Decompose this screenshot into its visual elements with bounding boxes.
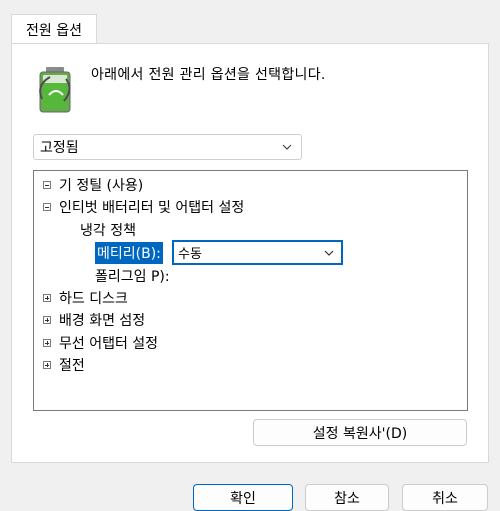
tree-node-5[interactable]: 폴리그임 P): [95, 265, 170, 287]
tab-strip: 전원 옵션 [0, 0, 500, 44]
chevron-down-icon [282, 144, 292, 150]
tab-power-options[interactable]: 전원 옵션 [11, 14, 97, 44]
tree-node-2[interactable]: 인티벗 배터리터 및 어탭터 설정 [43, 196, 244, 218]
collapse-icon[interactable] [43, 181, 51, 189]
tree-node-6[interactable]: 하드 디스크 [43, 287, 128, 309]
tree-node-label: 절전 [59, 358, 85, 374]
expand-icon[interactable] [43, 294, 51, 302]
restore-defaults-button[interactable]: 설정 복원사'(D) [253, 419, 467, 446]
tree-node-label: 기 정틸 (사용) [59, 178, 144, 194]
tree-node-label: 인티벗 배터리터 및 어탭터 설정 [59, 200, 245, 216]
tree-node-label: 하드 디스크 [59, 291, 128, 307]
tree-node-3[interactable]: 냉각 정책 [80, 219, 136, 241]
expand-icon[interactable] [43, 361, 51, 369]
chevron-down-icon [324, 250, 334, 256]
tree-node-9[interactable]: 절전 [43, 354, 85, 376]
tab-label: 전원 옵션 [26, 22, 82, 39]
tree-node-label: 배경 화면 섬정 [59, 313, 146, 329]
expand-icon[interactable] [43, 316, 51, 324]
tree-node-label: 냉각 정책 [80, 223, 136, 239]
tree-node-7[interactable]: 배경 화면 섬정 [43, 309, 145, 331]
setting-value: 수동 [178, 247, 202, 262]
selected-setting-label: 메티리(B): [95, 242, 163, 264]
power-plan-value: 고정됨 [40, 140, 79, 156]
expand-icon[interactable] [43, 339, 51, 347]
tree-node-label: 폴리그임 P): [95, 269, 170, 285]
intro-text: 아래에서 전원 관리 옵션을 선택합니다. [91, 67, 326, 83]
collapse-icon[interactable] [43, 203, 51, 211]
cancel-button[interactable]: 참소 [305, 484, 389, 511]
tree-node-8[interactable]: 무선 어탭터 설정 [43, 332, 158, 354]
tree-node-4[interactable]: 메티리(B): [95, 242, 163, 264]
battery-icon [39, 67, 71, 113]
power-plan-select[interactable]: 고정됨 [33, 134, 302, 160]
tree-node-label: 무선 어탭터 설정 [59, 336, 159, 352]
apply-button[interactable]: 취소 [402, 484, 488, 511]
tree-node-1[interactable]: 기 정틸 (사용) [43, 174, 143, 196]
setting-value-dropdown[interactable]: 수동 [172, 240, 343, 265]
ok-button[interactable]: 확인 [193, 484, 293, 511]
